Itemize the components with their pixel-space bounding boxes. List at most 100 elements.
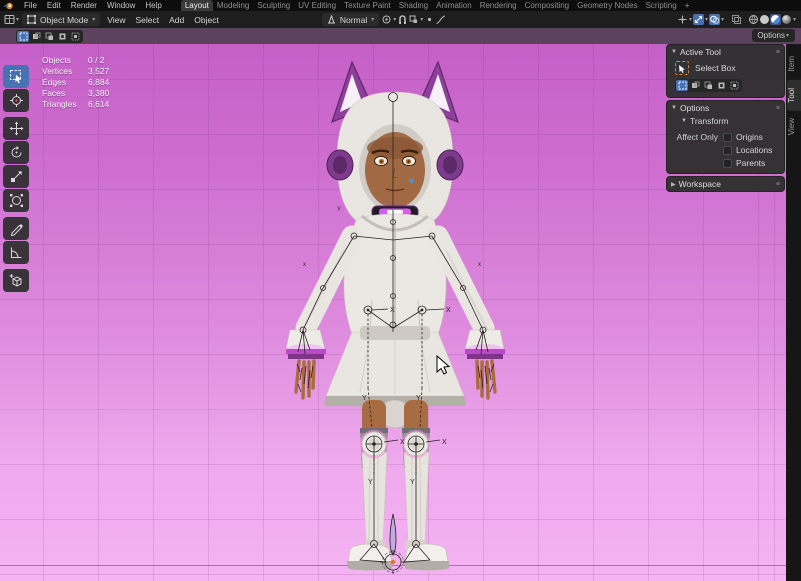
- workspace-tabs: Layout Modeling Sculpting UV Editing Tex…: [181, 0, 694, 11]
- tool-cursor-button[interactable]: [3, 89, 29, 112]
- workspace-tab-layout[interactable]: Layout: [181, 0, 213, 11]
- collapse-chevron-icon: ▼: [681, 118, 687, 124]
- tool-select-box-button[interactable]: [3, 65, 29, 88]
- tool-annotate-button[interactable]: [3, 217, 29, 240]
- transform-subpanel-title: Transform: [690, 116, 728, 126]
- workspace-panel: ▶ Workspace ≡: [666, 176, 785, 192]
- workspace-panel-title: Workspace: [679, 179, 721, 189]
- menu-edit[interactable]: Edit: [42, 1, 66, 10]
- tool-add-cube-button[interactable]: [3, 269, 29, 292]
- viewport-header: ▾ Object Mode ▾ View Select Add Object N…: [0, 11, 801, 28]
- origins-checkbox-row: Origins: [723, 132, 772, 142]
- workspace-tab-sculpting[interactable]: Sculpting: [253, 0, 294, 11]
- mode-extend-icon[interactable]: [689, 80, 701, 91]
- transform-subpanel-header[interactable]: ▼ Transform: [667, 115, 784, 128]
- sidebar-tab-tool[interactable]: Tool: [787, 80, 801, 111]
- mode-intersect-icon[interactable]: [69, 31, 81, 42]
- sidebar-tab-item[interactable]: Item: [787, 48, 801, 80]
- show-gizmo-icon[interactable]: [693, 14, 704, 25]
- locations-checkbox[interactable]: [723, 146, 732, 155]
- shading-solid-icon[interactable]: [759, 14, 770, 25]
- gizmo-dropdown-chevron-icon[interactable]: ▾: [689, 16, 692, 23]
- shading-chevron-icon[interactable]: ▾: [793, 16, 796, 23]
- show-gizmo-chevron-icon[interactable]: ▾: [705, 16, 708, 23]
- mode-intersect-icon[interactable]: [728, 80, 740, 91]
- workspace-tab-shading[interactable]: Shading: [395, 0, 432, 11]
- transform-orientation-dropdown[interactable]: Normal ▾: [322, 13, 379, 26]
- panel-grip-icon[interactable]: ≡: [776, 49, 780, 56]
- sidebar-tab-strip: Item Tool View: [786, 44, 801, 581]
- locations-label: Locations: [736, 145, 772, 155]
- snap-target-icon[interactable]: [408, 14, 419, 25]
- menu-render[interactable]: Render: [66, 1, 102, 10]
- menu-view[interactable]: View: [102, 15, 130, 25]
- pivot-chevron-icon[interactable]: ▾: [393, 16, 396, 23]
- workspace-tab-modeling[interactable]: Modeling: [213, 0, 253, 11]
- menu-object[interactable]: Object: [189, 15, 224, 25]
- shading-rendered-icon[interactable]: [781, 14, 792, 25]
- editor-type-chevron-icon[interactable]: ▾: [16, 16, 19, 23]
- sidebar-tab-view[interactable]: View: [787, 110, 801, 143]
- add-workspace-button[interactable]: +: [681, 1, 694, 10]
- stat-vertices: Vertices3,527: [42, 66, 109, 77]
- orientation-chevron-icon: ▾: [371, 16, 374, 23]
- proportional-editing-icon[interactable]: [424, 14, 435, 25]
- tool-rotate-button[interactable]: [3, 141, 29, 164]
- topbar: File Edit Render Window Help Layout Mode…: [0, 0, 801, 11]
- snap-chevron-icon[interactable]: ▾: [420, 16, 423, 23]
- workspace-tab-uv-editing[interactable]: UV Editing: [294, 0, 340, 11]
- orientation-label: Normal: [340, 15, 367, 25]
- workspace-tab-scripting[interactable]: Scripting: [642, 0, 681, 11]
- orientation-normal-icon: [326, 14, 337, 25]
- mode-selector[interactable]: Object Mode ▾: [22, 13, 100, 26]
- xray-toggle-icon[interactable]: [731, 14, 742, 25]
- panel-grip-icon[interactable]: ≡: [776, 181, 780, 188]
- blender-logo-icon[interactable]: [3, 1, 16, 10]
- parents-checkbox[interactable]: [723, 159, 732, 168]
- grid-horizon-line: [0, 565, 786, 566]
- parents-checkbox-row: Parents: [723, 158, 772, 168]
- mode-new-icon[interactable]: [17, 31, 29, 42]
- workspace-tab-geometry-nodes[interactable]: Geometry Nodes: [573, 0, 641, 11]
- active-tool-row[interactable]: Select Box: [667, 59, 784, 78]
- options-panel-header[interactable]: ▼ Options ≡: [667, 101, 784, 115]
- shading-wireframe-icon[interactable]: [748, 14, 759, 25]
- gizmo-dropdown-icon[interactable]: [677, 14, 688, 25]
- active-tool-panel-header[interactable]: ▼ Active Tool ≡: [667, 45, 784, 59]
- menu-select[interactable]: Select: [131, 15, 165, 25]
- workspace-tab-compositing[interactable]: Compositing: [521, 0, 573, 11]
- origins-checkbox[interactable]: [723, 133, 732, 142]
- proportional-falloff-icon[interactable]: [435, 14, 446, 25]
- menu-window[interactable]: Window: [102, 1, 140, 10]
- show-overlays-chevron-icon[interactable]: ▾: [721, 16, 724, 23]
- mode-invert-icon[interactable]: [715, 80, 727, 91]
- mode-new-icon[interactable]: [676, 80, 688, 91]
- pivot-point-icon[interactable]: [381, 14, 392, 25]
- tool-move-button[interactable]: [3, 117, 29, 140]
- workspace-panel-header[interactable]: ▶ Workspace ≡: [667, 177, 784, 191]
- origins-label: Origins: [736, 132, 763, 142]
- editor-type-icon[interactable]: [4, 14, 15, 25]
- mode-subtract-icon[interactable]: [43, 31, 55, 42]
- select-box-tool-icon: [675, 61, 689, 75]
- workspace-tab-rendering[interactable]: Rendering: [476, 0, 521, 11]
- affect-only-group: Affect Only Origins Locations Parents: [667, 128, 784, 173]
- mode-extend-icon[interactable]: [30, 31, 42, 42]
- workspace-tab-animation[interactable]: Animation: [432, 0, 476, 11]
- snap-magnet-icon[interactable]: [397, 14, 408, 25]
- shading-material-preview-icon[interactable]: [770, 14, 781, 25]
- mode-subtract-icon[interactable]: [702, 80, 714, 91]
- show-overlays-icon[interactable]: [709, 14, 720, 25]
- menu-add[interactable]: Add: [164, 15, 189, 25]
- sidebar-panels: ▼ Active Tool ≡ Select Box: [666, 44, 785, 194]
- viewport-options-button[interactable]: Options ▾: [752, 29, 795, 42]
- tool-transform-button[interactable]: [3, 189, 29, 212]
- menu-file[interactable]: File: [19, 1, 42, 10]
- panel-grip-icon[interactable]: ≡: [776, 105, 780, 112]
- tool-scale-button[interactable]: [3, 165, 29, 188]
- mode-invert-icon[interactable]: [56, 31, 68, 42]
- workspace-tab-texture-paint[interactable]: Texture Paint: [340, 0, 395, 11]
- tool-measure-button[interactable]: [3, 241, 29, 264]
- menu-help[interactable]: Help: [140, 1, 166, 10]
- parents-label: Parents: [736, 158, 765, 168]
